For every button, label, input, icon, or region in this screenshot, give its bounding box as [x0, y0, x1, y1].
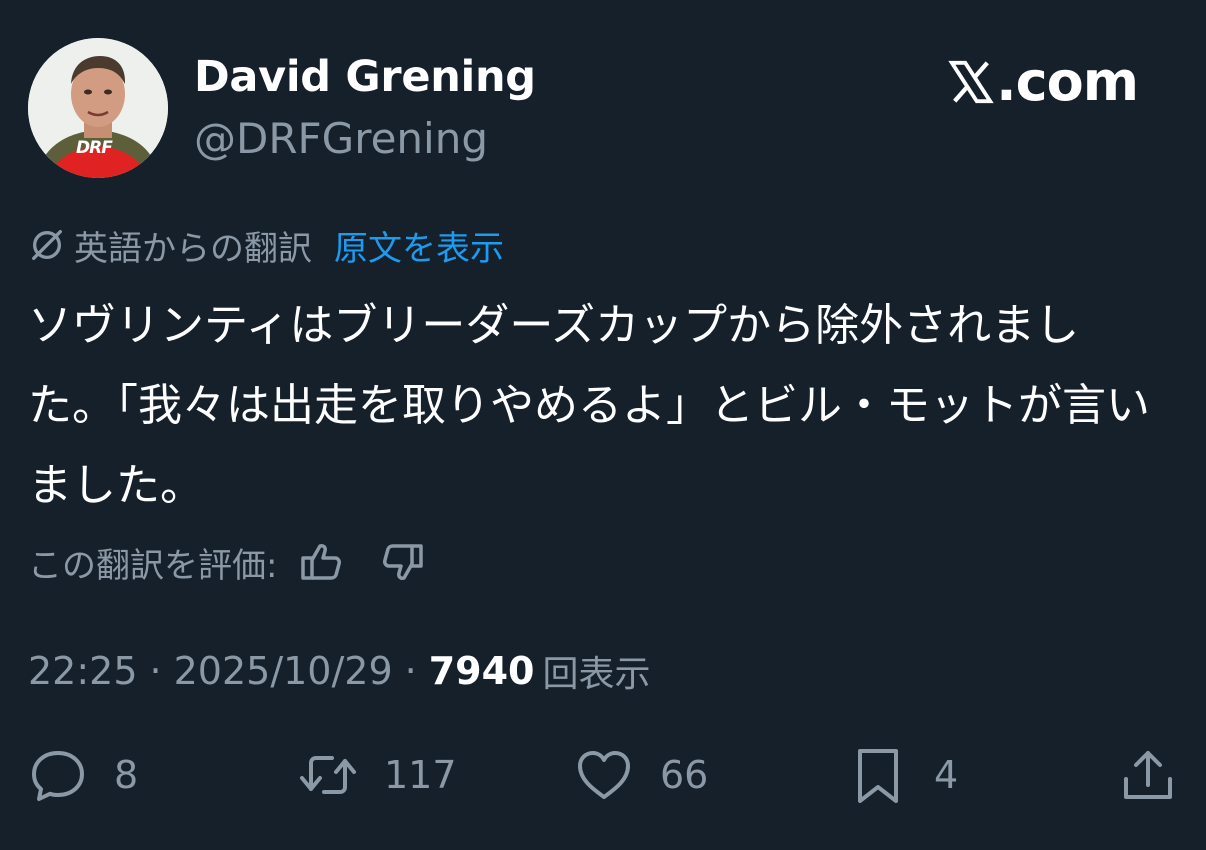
reply-icon [32, 751, 84, 801]
thumbs-up-button[interactable] [299, 540, 343, 584]
action-bar: 8 117 66 4 [28, 740, 1178, 810]
views-count: 7940 [428, 649, 535, 693]
rate-translation-label: この翻訳を評価: [28, 545, 278, 586]
reply-button[interactable]: 8 [28, 740, 138, 810]
like-button[interactable]: 66 [574, 740, 708, 810]
bookmark-count: 4 [934, 753, 959, 797]
repost-icon [300, 756, 356, 794]
brand-logo: .com [948, 50, 1139, 113]
author-handle[interactable]: @DRFGrening [194, 114, 488, 163]
translation-label: 英語からの翻訳 [74, 228, 312, 269]
reply-count: 8 [114, 753, 139, 797]
bookmark-button[interactable]: 4 [848, 740, 958, 810]
meta-separator: · [149, 649, 162, 693]
bookmark-icon [858, 749, 898, 803]
repost-button[interactable]: 117 [298, 740, 457, 810]
thumbs-down-button[interactable] [381, 540, 425, 584]
thumbs-up-icon [301, 544, 342, 580]
tweet-time[interactable]: 22:25 [28, 649, 138, 693]
tweet-text: ソヴリンティはブリーダーズカップから除外されました。「我々は出走を取りやめるよ」… [28, 300, 1150, 511]
x-logo-icon [948, 60, 994, 103]
translate-icon [32, 230, 62, 260]
tweet-meta: 22:25 · 2025/10/29 · 7940 回表示 [28, 645, 651, 697]
tweet-date[interactable]: 2025/10/29 [174, 649, 393, 693]
share-button[interactable] [1118, 740, 1178, 810]
meta-separator: · [404, 649, 417, 693]
repost-count: 117 [384, 753, 457, 797]
brand-domain-text: .com [996, 50, 1139, 113]
translation-notice: 英語からの翻訳 原文を表示 [28, 221, 504, 270]
avatar-badge-text: DRF [76, 138, 113, 158]
avatar[interactable]: DRF [28, 38, 168, 178]
show-original-link[interactable]: 原文を表示 [334, 221, 504, 270]
share-icon [1124, 751, 1172, 799]
thumbs-down-icon [383, 544, 424, 580]
rate-translation: この翻訳を評価: [28, 538, 425, 586]
like-count: 66 [660, 753, 709, 797]
author-display-name[interactable]: David Grening [194, 52, 536, 102]
heart-icon [578, 751, 630, 799]
views-label: 回表示 [542, 654, 651, 695]
